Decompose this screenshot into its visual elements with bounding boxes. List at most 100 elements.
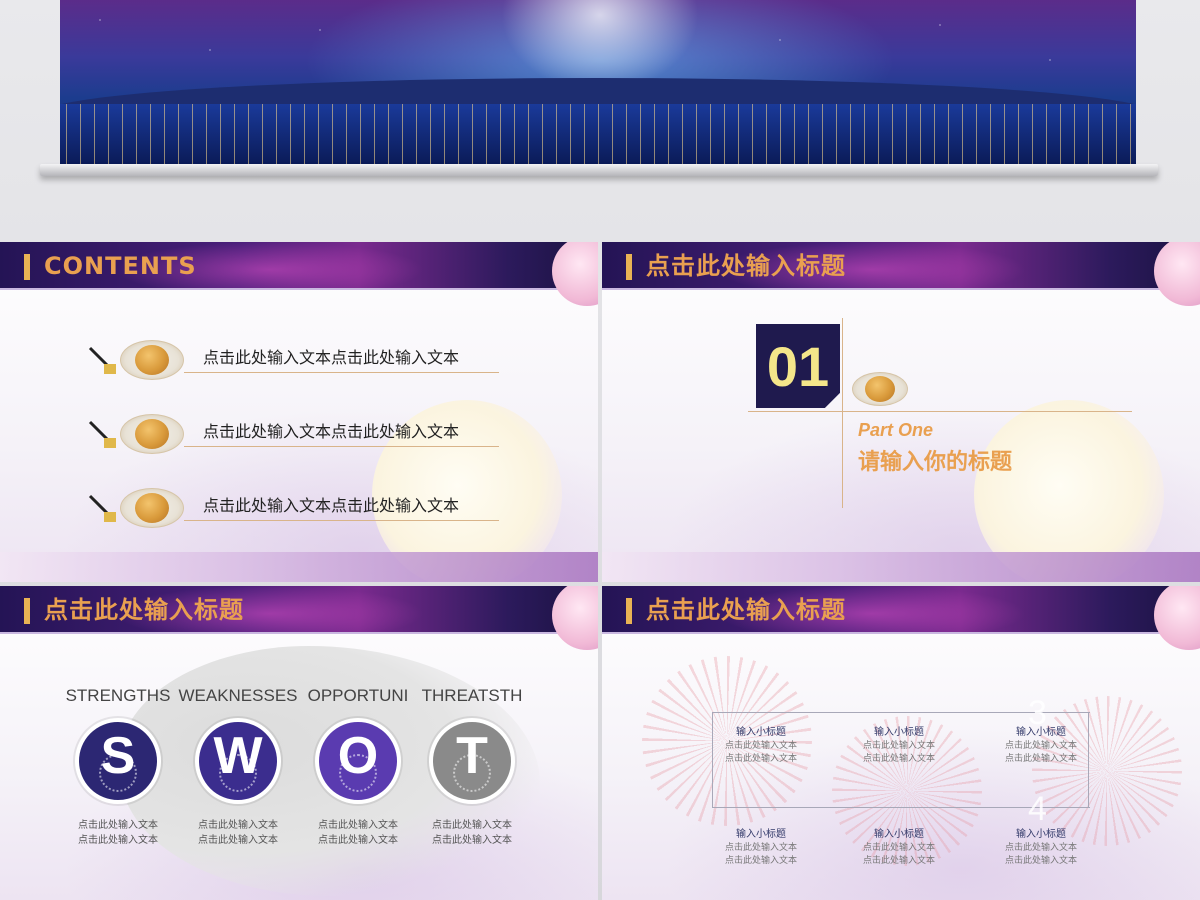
swot-label: STRENGTHS [65, 686, 171, 705]
slide-header-bar: CONTENTS [0, 242, 598, 306]
slide-title: 点击此处输入标题 [646, 596, 846, 624]
title-accent [24, 254, 30, 280]
moon-icon [1154, 586, 1200, 650]
mooncake-icon [120, 488, 184, 528]
swot-desc-line: 点击此处输入文本 [78, 820, 158, 831]
moon-icon [1154, 242, 1200, 306]
swot-label: WEAKNESSES [178, 686, 298, 705]
divider [184, 372, 499, 373]
bottom-band [0, 552, 598, 582]
mooncake-icon [852, 372, 908, 406]
node-desc: 点击此处输入文本 [862, 843, 935, 853]
process-node[interactable]: 输入小标题 点击此处输入文本 点击此处输入文本 [996, 726, 1086, 766]
mooncake-icon [120, 414, 184, 454]
process-node[interactable]: 输入小标题 点击此处输入文本 点击此处输入文本 [996, 828, 1086, 868]
swot-label: OPPORTUNI [307, 686, 409, 705]
mooncake-icon [120, 340, 184, 380]
swot-circle: S [75, 718, 161, 804]
swot-desc: 点击此处输入文本 点击此处输入文本 [58, 818, 178, 848]
swot-desc-line: 点击此处输入文本 [198, 820, 278, 831]
city-skyline [60, 104, 1136, 164]
node-desc: 点击此处输入文本 [1004, 856, 1077, 866]
section-number-box: 01 [756, 324, 840, 408]
section-number: 01 [766, 335, 830, 398]
contents-item-text: 点击此处输入文本点击此处输入文本 [203, 496, 460, 515]
node-desc: 点击此处输入文本 [862, 754, 935, 764]
swot-desc-line: 点击此处输入文本 [318, 820, 398, 831]
swot-desc-line: 点击此处输入文本 [198, 835, 278, 846]
slide-header-bar: 点击此处输入标题 [0, 586, 598, 650]
swot-opportunities[interactable]: OPPORTUNI O 点击此处输入文本 点击此处输入文本 [298, 686, 418, 848]
node-title: 输入小标题 [1016, 829, 1066, 840]
firework-graphic [1032, 696, 1182, 846]
vertical-rule [842, 318, 843, 508]
brush-icon [88, 346, 116, 374]
contents-item[interactable]: 点击此处输入文本点击此处输入文本 [86, 338, 506, 382]
horizontal-rule [748, 411, 1132, 412]
title-accent [626, 598, 632, 624]
node-desc: 点击此处输入文本 [862, 856, 935, 866]
moon-icon [552, 242, 598, 306]
slide-header-bar: 点击此处输入标题 [602, 242, 1200, 306]
swot-desc-line: 点击此处输入文本 [432, 835, 512, 846]
swot-circle: O [315, 718, 401, 804]
node-desc: 点击此处输入文本 [724, 843, 797, 853]
process-node[interactable]: 输入小标题 点击此处输入文本 点击此处输入文本 [716, 828, 806, 868]
contents-item-text: 点击此处输入文本点击此处输入文本 [203, 422, 460, 441]
brush-icon [88, 420, 116, 448]
node-title: 输入小标题 [1016, 727, 1066, 738]
process-node[interactable]: 输入小标题 点击此处输入文本 点击此处输入文本 [854, 828, 944, 868]
process-line-right [1088, 712, 1089, 808]
contents-item[interactable]: 点击此处输入文本点击此处输入文本 [86, 486, 506, 530]
swot-desc: 点击此处输入文本 点击此处输入文本 [178, 818, 298, 848]
node-desc: 点击此处输入文本 [1004, 741, 1077, 751]
title-accent [24, 598, 30, 624]
swot-circle: W [195, 718, 281, 804]
swot-label: THREATSTH [421, 686, 523, 705]
slide-title: CONTENTS [44, 252, 197, 280]
slide-title: 点击此处输入标题 [646, 252, 846, 280]
cover-slide-preview[interactable] [60, 0, 1136, 164]
swot-threats[interactable]: THREATSTH T 点击此处输入文本 点击此处输入文本 [412, 686, 532, 848]
node-desc: 点击此处输入文本 [862, 741, 935, 751]
part-label-cn: 请输入你的标题 [858, 450, 1013, 475]
swot-weaknesses[interactable]: WEAKNESSES W 点击此处输入文本 点击此处输入文本 [178, 686, 298, 848]
divider [184, 520, 499, 521]
brush-icon [88, 494, 116, 522]
part-label-en: Part One [858, 420, 934, 440]
swot-letter: S [100, 727, 136, 785]
swot-letter: O [337, 727, 379, 785]
process-node[interactable]: 输入小标题 点击此处输入文本 点击此处输入文本 [716, 726, 806, 766]
node-title: 输入小标题 [736, 727, 786, 738]
swot-desc: 点击此处输入文本 点击此处输入文本 [298, 818, 418, 848]
node-title: 输入小标题 [874, 829, 924, 840]
swot-desc-line: 点击此处输入文本 [78, 835, 158, 846]
node-desc: 点击此处输入文本 [724, 754, 797, 764]
slide-part-one[interactable]: 点击此处输入标题 01 Part One 请输入你的标题 [602, 242, 1200, 582]
contents-item[interactable]: 点击此处输入文本点击此处输入文本 [86, 412, 506, 456]
node-title: 输入小标题 [874, 727, 924, 738]
node-title: 输入小标题 [736, 829, 786, 840]
process-node[interactable]: 输入小标题 点击此处输入文本 点击此处输入文本 [854, 726, 944, 766]
node-desc: 点击此处输入文本 [1004, 754, 1077, 764]
node-desc: 点击此处输入文本 [724, 856, 797, 866]
swot-desc-line: 点击此处输入文本 [318, 835, 398, 846]
node-desc: 点击此处输入文本 [1004, 843, 1077, 853]
slide-swot[interactable]: 点击此处输入标题 STRENGTHS S 点击此处输入文本 点击此处输入文本 W… [0, 586, 598, 900]
step-number: 4 [1028, 790, 1047, 828]
slide-header-bar: 点击此处输入标题 [602, 586, 1200, 650]
bottom-band [602, 552, 1200, 582]
swot-strengths[interactable]: STRENGTHS S 点击此处输入文本 点击此处输入文本 [58, 686, 178, 848]
slide-process[interactable]: 点击此处输入标题 3 4 输入小标题 点击此处输入文本 点击此处输入文本 输入小… [602, 586, 1200, 900]
slide-title: 点击此处输入标题 [44, 596, 244, 624]
divider [184, 446, 499, 447]
contents-item-text: 点击此处输入文本点击此处输入文本 [203, 348, 460, 367]
swot-desc: 点击此处输入文本 点击此处输入文本 [412, 818, 532, 848]
title-accent [626, 254, 632, 280]
moon-icon [552, 586, 598, 650]
slide-shelf [40, 164, 1158, 176]
swot-circle: T [429, 718, 515, 804]
swot-letter: W [213, 727, 263, 785]
slide-contents[interactable]: CONTENTS 点击此处输入文本点击此处输入文本 点击此处输入文本点击此处输入… [0, 242, 598, 582]
process-line-left [712, 712, 713, 808]
